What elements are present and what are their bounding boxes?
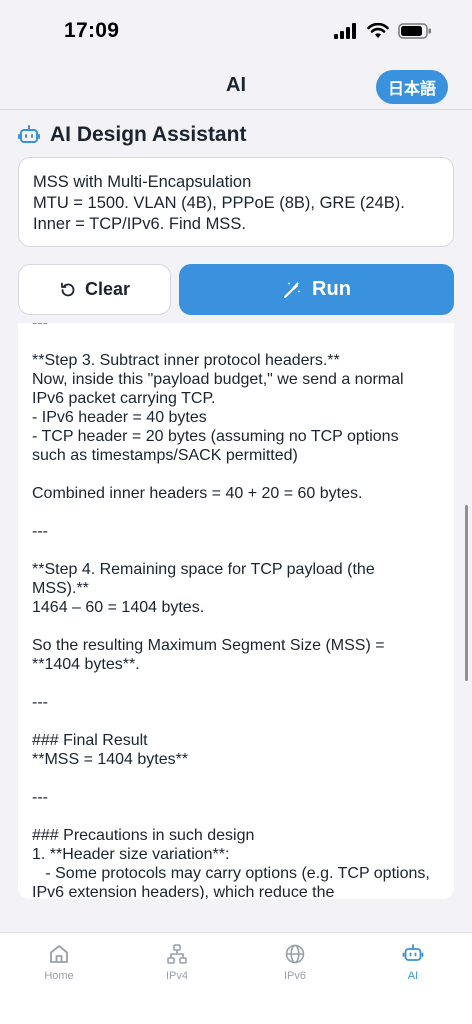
prompt-line: MTU = 1500. VLAN (4B), PPPoE (8B), GRE (…: [33, 194, 405, 212]
battery-icon: [398, 23, 431, 39]
robot-icon: [18, 125, 40, 143]
prompt-line: MSS with Multi-Encapsulation: [33, 173, 252, 191]
signal-icon: [334, 23, 356, 39]
tab-label: IPv6: [283, 970, 306, 982]
robot-icon: [402, 944, 424, 961]
magic-wand-icon: [284, 281, 301, 298]
clear-label: Clear: [84, 279, 131, 299]
run-label: Run: [312, 278, 351, 300]
nav-bar: AI 日本語: [0, 62, 472, 110]
wifi-icon: [367, 23, 389, 38]
assistant-title: AI Design Assistant: [50, 123, 247, 146]
reset-icon: [61, 282, 75, 296]
status-time: 17:09: [64, 19, 120, 42]
tab-label: Home: [44, 970, 74, 982]
network-icon: [167, 944, 187, 964]
tab-label: AI: [407, 970, 419, 982]
clear-button[interactable]: Clear: [18, 264, 171, 315]
tab-bar: Home IPv4 IPv6 AI: [0, 932, 472, 1024]
language-button[interactable]: 日本語: [375, 70, 448, 104]
ai-output-text: --- **Step 3. Subtract inner protocol he…: [32, 323, 430, 899]
home-icon: [50, 945, 68, 963]
tab-home[interactable]: Home: [0, 943, 118, 991]
prompt-input[interactable]: MSS with Multi-Encapsulation MTU = 1500.…: [18, 157, 454, 247]
tab-ipv4[interactable]: IPv4: [118, 943, 236, 991]
ai-output-panel[interactable]: --- **Step 3. Subtract inner protocol he…: [18, 323, 454, 899]
prompt-line: Inner = TCP/IPv6. Find MSS.: [33, 215, 246, 233]
globe-icon: [285, 944, 305, 964]
tab-ipv6[interactable]: IPv6: [236, 943, 354, 991]
section-header: AI Design Assistant: [18, 121, 246, 149]
status-bar: 17:09: [0, 0, 472, 62]
scrollbar[interactable]: [465, 505, 468, 681]
run-button[interactable]: Run: [179, 264, 454, 315]
tab-label: IPv4: [165, 970, 188, 982]
status-icons: [334, 23, 432, 39]
tab-ai[interactable]: AI: [354, 943, 472, 991]
